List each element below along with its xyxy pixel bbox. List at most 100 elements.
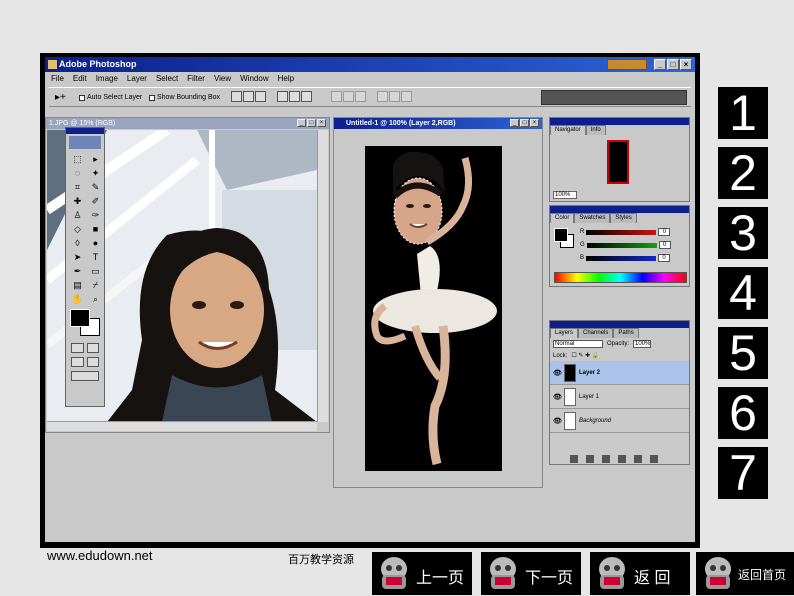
color-fg-swatch[interactable] bbox=[554, 228, 568, 242]
home-label: 返回首页 bbox=[738, 568, 787, 582]
magic-wand-tool-icon[interactable]: ✦ bbox=[88, 167, 103, 179]
menu-layer[interactable]: Layer bbox=[127, 72, 147, 85]
shape-tool-icon[interactable]: ▭ bbox=[88, 265, 103, 277]
close-button[interactable]: × bbox=[680, 59, 692, 70]
tab-styles[interactable]: Styles bbox=[610, 213, 637, 223]
step-6[interactable]: 6 bbox=[718, 387, 768, 439]
adjustment-icon[interactable] bbox=[618, 454, 626, 463]
blend-mode-select[interactable]: Normal bbox=[553, 340, 603, 348]
navigator-thumbnail[interactable] bbox=[607, 140, 629, 184]
history-brush-tool-icon[interactable]: ✑ bbox=[88, 209, 103, 221]
doc1-maximize-button[interactable]: □ bbox=[307, 119, 316, 127]
menu-window[interactable]: Window bbox=[240, 72, 268, 85]
doc2-maximize-button[interactable]: □ bbox=[520, 119, 529, 127]
foreground-color-swatch[interactable] bbox=[70, 309, 90, 327]
gradient-tool-icon[interactable]: ■ bbox=[88, 223, 103, 235]
color-spectrum[interactable] bbox=[554, 272, 687, 283]
eraser-tool-icon[interactable]: ◇ bbox=[70, 223, 85, 235]
tab-color[interactable]: Color bbox=[550, 213, 575, 223]
menu-edit[interactable]: Edit bbox=[73, 72, 87, 85]
align-buttons[interactable] bbox=[231, 91, 266, 104]
doc2-minimize-button[interactable]: _ bbox=[510, 119, 519, 127]
lasso-tool-icon[interactable]: ◌ bbox=[70, 167, 85, 179]
opacity-field[interactable]: 100% bbox=[633, 340, 652, 348]
tab-channels[interactable]: Channels bbox=[578, 328, 614, 338]
menu-image[interactable]: Image bbox=[96, 72, 118, 85]
layer-row-layer1[interactable]: 👁 Layer 1 bbox=[550, 385, 689, 409]
step-2[interactable]: 2 bbox=[718, 147, 768, 199]
new-layer-icon[interactable] bbox=[634, 454, 642, 463]
notes-tool-icon[interactable]: ▤ bbox=[70, 279, 85, 291]
next-page-button[interactable]: 下一页 bbox=[481, 552, 581, 595]
show-bounding-checkbox[interactable]: Show Bounding Box bbox=[149, 94, 220, 101]
standard-mode-button[interactable] bbox=[71, 343, 84, 353]
jump-to-imageready-button[interactable] bbox=[71, 371, 99, 381]
layer-style-icon[interactable] bbox=[570, 454, 578, 463]
move-tool-icon[interactable]: ▸+ bbox=[55, 92, 66, 103]
slider-r[interactable] bbox=[586, 229, 657, 235]
tab-navigator[interactable]: Navigator bbox=[550, 125, 586, 135]
back-button[interactable]: 返 回 bbox=[590, 552, 690, 595]
eyedropper-tool-icon[interactable]: ⌿ bbox=[88, 279, 103, 291]
step-7[interactable]: 7 bbox=[718, 447, 768, 499]
blur-tool-icon[interactable]: ◊ bbox=[70, 237, 85, 249]
set-icon[interactable] bbox=[602, 454, 610, 463]
navigator-zoom-field[interactable]: 100% bbox=[553, 191, 577, 199]
path-selection-tool-icon[interactable]: ➤ bbox=[70, 251, 85, 263]
menu-help[interactable]: Help bbox=[278, 72, 294, 85]
quick-mask-mode-button[interactable] bbox=[86, 343, 99, 353]
screen-mode-button[interactable] bbox=[71, 357, 84, 367]
tab-info[interactable]: Info bbox=[585, 125, 606, 135]
menu-view[interactable]: View bbox=[214, 72, 231, 85]
tab-swatches[interactable]: Swatches bbox=[574, 213, 611, 223]
type-tool-icon[interactable]: T bbox=[88, 251, 103, 263]
value-b[interactable]: 0 bbox=[658, 254, 671, 262]
value-g[interactable]: 0 bbox=[658, 241, 671, 249]
doc1-close-button[interactable]: × bbox=[317, 119, 326, 127]
dodge-tool-icon[interactable]: ● bbox=[88, 237, 103, 249]
align-buttons-2[interactable] bbox=[277, 91, 312, 104]
doc1-minimize-button[interactable]: _ bbox=[297, 119, 306, 127]
doc1-vertical-scrollbar[interactable] bbox=[317, 130, 328, 422]
step-4[interactable]: 4 bbox=[718, 267, 768, 319]
value-r[interactable]: 0 bbox=[658, 228, 671, 236]
auto-select-checkbox[interactable]: Auto Select Layer bbox=[79, 94, 142, 101]
pen-tool-icon[interactable]: ✒ bbox=[70, 265, 85, 277]
eye-icon[interactable]: 👁 bbox=[553, 417, 562, 425]
menu-select[interactable]: Select bbox=[156, 72, 178, 85]
prev-page-button[interactable]: 上一页 bbox=[372, 552, 472, 595]
layer-row-layer2[interactable]: 👁 Layer 2 bbox=[550, 361, 689, 385]
brush-tool-icon[interactable]: ✐ bbox=[88, 195, 103, 207]
eye-icon[interactable]: 👁 bbox=[553, 393, 562, 401]
slider-g[interactable] bbox=[586, 242, 657, 248]
tab-paths[interactable]: Paths bbox=[613, 328, 639, 338]
mask-icon[interactable] bbox=[586, 454, 594, 463]
lock-icons[interactable]: ☐ ✎ ✚ 🔒 bbox=[571, 352, 599, 359]
color-row-r: R 0 bbox=[580, 228, 671, 236]
marquee-tool-icon[interactable]: ⬚ bbox=[70, 153, 85, 165]
maximize-button[interactable]: □ bbox=[667, 59, 679, 70]
trash-icon[interactable] bbox=[650, 454, 658, 463]
home-button[interactable]: 返回首页 bbox=[696, 552, 794, 595]
move-tool-icon[interactable]: ▸ bbox=[88, 153, 103, 165]
slice-tool-icon[interactable]: ✎ bbox=[88, 181, 103, 193]
tab-layers[interactable]: Layers bbox=[550, 328, 579, 338]
layer-row-background[interactable]: 👁 Background bbox=[550, 409, 689, 433]
eye-icon[interactable]: 👁 bbox=[553, 369, 562, 377]
step-3[interactable]: 3 bbox=[718, 207, 768, 259]
healing-brush-tool-icon[interactable]: ✚ bbox=[70, 195, 85, 207]
stamp-tool-icon[interactable]: ♙ bbox=[70, 209, 85, 221]
zoom-tool-icon[interactable]: ⌕ bbox=[88, 293, 103, 305]
step-5[interactable]: 5 bbox=[718, 327, 768, 379]
hand-tool-icon[interactable]: ✋ bbox=[70, 293, 85, 305]
menu-filter[interactable]: Filter bbox=[187, 72, 205, 85]
menu-file[interactable]: File bbox=[51, 72, 64, 85]
slider-b[interactable] bbox=[586, 255, 657, 261]
doc2-close-button[interactable]: × bbox=[530, 119, 539, 127]
fullscreen-mode-button[interactable] bbox=[86, 357, 99, 367]
crop-tool-icon[interactable]: ⌗ bbox=[70, 181, 85, 193]
minimize-button[interactable]: _ bbox=[654, 59, 666, 70]
color-swatches[interactable] bbox=[70, 309, 100, 339]
doc1-horizontal-scrollbar[interactable] bbox=[47, 421, 317, 431]
step-1[interactable]: 1 bbox=[718, 87, 768, 139]
